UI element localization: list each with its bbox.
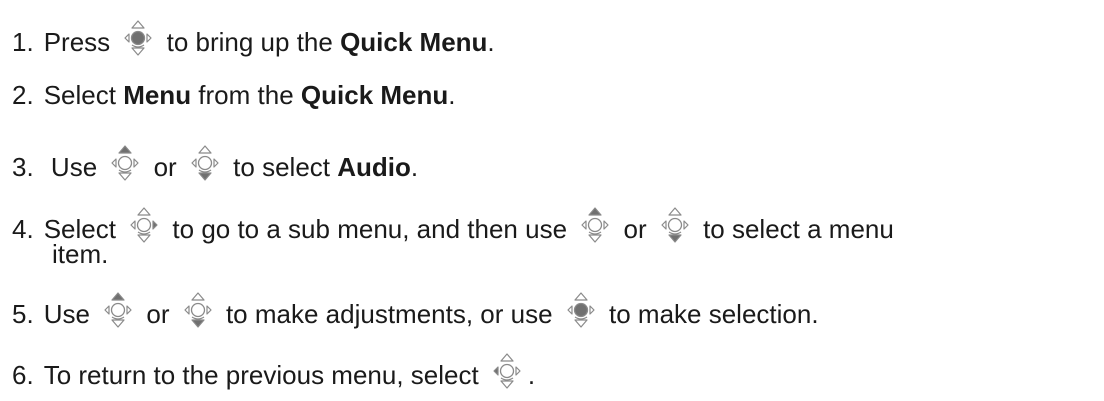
step-2: 2. Select Menu from the Quick Menu. [12,80,456,110]
text-run: Press [43,27,118,57]
text-run: Select [43,80,124,110]
text-run: . [527,360,536,390]
bold-term: Audio [337,152,411,182]
text-run: or [146,152,184,182]
step-number: 3. [12,152,34,182]
step-text: To return to the previous menu, select . [43,353,536,394]
bold-term: Menu [123,80,192,110]
text-run: or [616,214,654,244]
step-text: Select Menu from the Quick Menu. [44,80,456,110]
step-number: 4. [12,214,34,244]
up-arrow-icon [103,291,133,329]
text-run: or [139,299,177,329]
text-run: . [448,80,456,110]
step-text: Press to bring up the Quick Menu. [43,20,495,61]
step-4: 4. Select to go to a sub menu, and then u… [12,207,894,248]
step-4-continuation: item. [52,239,109,269]
down-arrow-icon [190,144,220,182]
step-6: 6. To return to the previous menu, select… [12,353,536,394]
step-3: 3. Use or to select Audio. [12,145,419,186]
text-run: . [410,152,419,182]
text-run: from the [191,80,301,110]
step-number: 2. [12,80,34,110]
text-run: . [487,27,495,57]
text-run: to select a menu [695,214,894,244]
step-number: 5. [12,299,34,329]
left-arrow-icon [492,352,522,390]
step-text: Select to go to a sub menu, and then use… [44,207,894,248]
step-1: 1. Press to bring up the Quick Menu. [12,20,495,61]
bold-term: Quick Menu [340,27,488,57]
step-number: 1. [12,27,34,57]
text-run: Use [43,152,105,182]
up-arrow-icon [110,144,140,182]
right-arrow-icon [129,206,159,244]
step-text: Use or to make adjustments, or use to ma… [43,292,819,333]
text-run: to make adjustments, or use [218,299,560,329]
step-text: Use or to select Audio. [43,145,419,186]
center-press-icon [123,19,153,57]
text-run: Use [43,299,98,329]
step-number: 6. [12,360,34,390]
text-run: To return to the previous menu, select [43,360,486,390]
bold-term: Quick Menu [300,80,449,110]
text-run: to select [225,152,338,182]
down-arrow-icon [660,206,690,244]
center-press-icon [566,291,596,329]
up-arrow-icon [580,206,610,244]
step-5: 5. Use or to make adjustments, or use to … [12,292,819,333]
down-arrow-icon [183,291,213,329]
text-run: to make selection. [601,299,819,329]
text-run: to bring up the [159,27,341,57]
text-run: to go to a sub menu, and then use [165,214,575,244]
